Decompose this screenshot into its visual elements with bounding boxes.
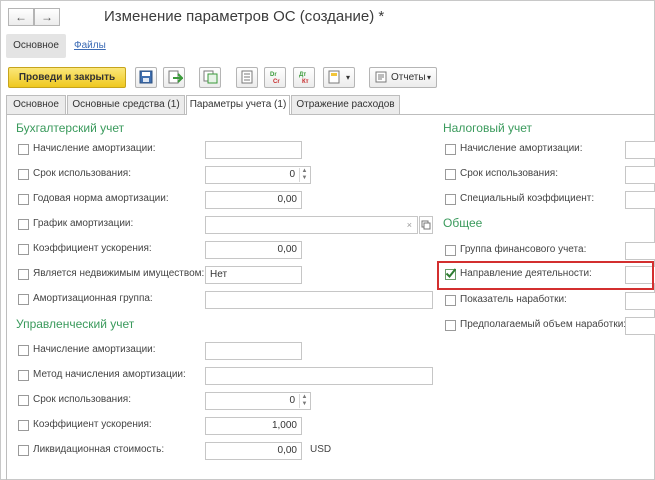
- gen-expected-output-field[interactable]: [625, 317, 655, 335]
- mgmt-row-acceleration: Коэффициент ускорения: 1,000: [0, 417, 310, 435]
- arrow-left-icon: ←: [15, 10, 27, 24]
- tab-panel-border: [6, 114, 655, 115]
- open-icon: [421, 220, 431, 230]
- mgmt-row-salvage: Ликвидационная стоимость: 0,00 USD: [0, 442, 340, 460]
- gen-row-expected-output: Предполагаемый объем наработки:: [0, 317, 655, 335]
- field-label: Срок использования:: [33, 394, 131, 405]
- arrow-right-icon: →: [41, 10, 53, 24]
- field-label: Предполагаемый объем наработки:: [460, 319, 627, 330]
- list-button[interactable]: [236, 67, 258, 88]
- field-label: Показатель наработки:: [460, 294, 567, 305]
- mgmt-useful-life-field[interactable]: 0 ▲ ▼: [205, 392, 311, 410]
- checkbox[interactable]: [445, 295, 456, 306]
- currency-label: USD: [310, 444, 332, 455]
- gen-output-indicator-field[interactable]: [625, 292, 655, 310]
- tab-main[interactable]: Основное: [6, 34, 66, 58]
- tax-useful-life-field[interactable]: [625, 166, 655, 184]
- reports-menu-button[interactable]: Отчеты ▾: [369, 67, 437, 88]
- acc-row-schedule: График амортизации: ×: [0, 216, 440, 234]
- tax-special-coef-field[interactable]: [625, 191, 655, 209]
- checkbox[interactable]: [18, 445, 29, 456]
- copy-document-icon: [203, 70, 218, 84]
- forward-button[interactable]: →: [34, 8, 60, 26]
- field-label: Ликвидационная стоимость:: [33, 444, 165, 455]
- field-label: Начисление амортизации:: [33, 344, 156, 355]
- clear-icon[interactable]: ×: [407, 217, 412, 233]
- svg-text:Dr: Dr: [270, 72, 277, 78]
- gen-row-output-indicator: Показатель наработки:: [0, 292, 655, 310]
- field-label: График амортизации:: [33, 218, 134, 229]
- svg-text:Кт: Кт: [302, 79, 309, 85]
- highlight-frame: [437, 261, 654, 290]
- section-title-accounting: Бухгалтерский учет: [16, 121, 125, 135]
- copy-button[interactable]: [199, 67, 221, 88]
- document-list-icon: [241, 70, 253, 84]
- checkbox[interactable]: [18, 420, 29, 431]
- tax-row-useful-life: Срок использования:: [0, 166, 655, 184]
- reports-icon: [375, 71, 387, 83]
- section-tab-accounting-params[interactable]: Параметры учета (1): [186, 95, 290, 115]
- chevron-down-icon: ▾: [427, 73, 432, 82]
- tax-depreciation-field[interactable]: [625, 141, 655, 159]
- section-tab-main[interactable]: Основное: [6, 95, 66, 114]
- tax-row-depreciation: Начисление амортизации:: [0, 141, 655, 159]
- mgmt-depreciation-field[interactable]: [205, 342, 302, 360]
- mgmt-method-field[interactable]: [205, 367, 433, 385]
- checkbox[interactable]: [445, 320, 456, 331]
- chevron-down-icon: ▾: [346, 73, 351, 82]
- save-button[interactable]: [135, 67, 157, 88]
- field-label: Метод начисления амортизации:: [33, 369, 186, 380]
- mgmt-row-depreciation: Начисление амортизации:: [0, 342, 310, 360]
- field-label: Специальный коэффициент:: [460, 193, 595, 204]
- mgmt-row-method: Метод начисления амортизации:: [0, 367, 440, 385]
- field-label: Коэффициент ускорения:: [33, 419, 152, 430]
- mgmt-acceleration-field[interactable]: 1,000: [205, 417, 302, 435]
- section-tab-expenses[interactable]: Отражение расходов: [291, 95, 400, 114]
- checkbox[interactable]: [445, 245, 456, 256]
- print-icon: [328, 70, 340, 84]
- reports-label: Отчеты: [391, 72, 426, 83]
- post-and-close-button[interactable]: Проведи и закрыть: [8, 67, 126, 88]
- checkbox[interactable]: [18, 219, 29, 230]
- spin-arrows-icon[interactable]: ▲ ▼: [299, 394, 309, 408]
- gen-row-financial-group: Группа финансового учета:: [0, 242, 655, 260]
- checkbox[interactable]: [18, 370, 29, 381]
- section-title-general: Общее: [443, 216, 483, 230]
- dt-kt-button[interactable]: Дт Кт: [293, 67, 315, 88]
- tab-files[interactable]: Файлы: [74, 40, 106, 51]
- save-icon: [139, 70, 153, 84]
- back-button[interactable]: ←: [8, 8, 34, 26]
- field-label: Начисление амортизации:: [460, 143, 583, 154]
- checkbox[interactable]: [445, 169, 456, 180]
- dr-cr-button[interactable]: Dr Cr: [264, 67, 286, 88]
- post-document-icon: [168, 70, 183, 84]
- field-label: Группа финансового учета:: [460, 244, 587, 255]
- svg-text:Cr: Cr: [273, 79, 280, 85]
- checkbox[interactable]: [445, 194, 456, 205]
- field-label: Срок использования:: [460, 168, 558, 179]
- dr-cr-icon: Dr Cr: [270, 72, 280, 85]
- section-title-tax: Налоговый учет: [443, 121, 532, 135]
- svg-text:Дт: Дт: [299, 72, 306, 78]
- print-menu-button[interactable]: ▾: [323, 67, 355, 88]
- gen-financial-group-field[interactable]: [625, 242, 655, 260]
- section-tab-fixed-assets[interactable]: Основные средства (1): [67, 95, 185, 114]
- mgmt-salvage-field[interactable]: 0,00: [205, 442, 302, 460]
- tax-row-special-coef: Специальный коэффициент:: [0, 191, 655, 209]
- checkbox[interactable]: [18, 345, 29, 356]
- page-title: Изменение параметров ОС (создание) *: [104, 8, 385, 25]
- checkbox[interactable]: [18, 395, 29, 406]
- acc-schedule-field[interactable]: ×: [205, 216, 418, 234]
- open-button[interactable]: [419, 216, 433, 234]
- post-button[interactable]: [163, 67, 185, 88]
- dt-kt-icon: Дт Кт: [299, 72, 309, 85]
- checkbox[interactable]: [445, 144, 456, 155]
- mgmt-row-useful-life: Срок использования: 0 ▲ ▼: [0, 392, 311, 410]
